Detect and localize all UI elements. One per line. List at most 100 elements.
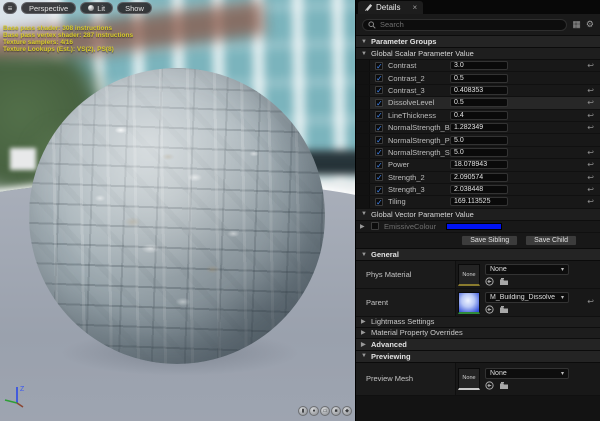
parameter-value-input[interactable]: 2.090574 — [450, 172, 508, 182]
details-tab-label: Details — [376, 3, 401, 12]
override-checkbox[interactable]: ✓ — [375, 173, 383, 182]
save-sibling-button[interactable]: Save Sibling — [461, 235, 519, 247]
browse-to-asset-icon[interactable] — [499, 277, 509, 286]
phys-material-thumbnail[interactable]: None — [458, 264, 480, 287]
cube-shape-button[interactable]: ■ — [331, 406, 341, 416]
browse-to-asset-icon[interactable] — [499, 305, 509, 314]
indent-strip — [356, 109, 370, 121]
parameter-value-input[interactable]: 3.0 — [450, 61, 508, 71]
search-icon — [368, 20, 376, 29]
show-label: Show — [125, 3, 144, 13]
override-checkbox[interactable]: ✓ — [375, 160, 383, 169]
reset-to-default-icon[interactable]: ↩ — [587, 148, 594, 157]
category-label: Global Scalar Parameter Value — [371, 49, 474, 58]
parameter-row: ✓ Contrast_2 0.5 ↩ — [356, 72, 600, 85]
use-selected-asset-icon[interactable] — [485, 277, 494, 286]
show-button[interactable]: Show — [117, 2, 152, 14]
reset-to-default-icon[interactable]: ↩ — [587, 297, 594, 306]
category-global-vector[interactable]: ▼ Global Vector Parameter Value — [356, 208, 600, 221]
parameter-value-input[interactable]: 0.5 — [450, 98, 508, 108]
perspective-button[interactable]: Perspective — [21, 2, 77, 14]
override-checkbox[interactable]: ✓ — [375, 197, 383, 206]
override-checkbox[interactable]: ✓ — [375, 111, 383, 120]
display-filter-icon[interactable]: ▦ — [572, 20, 581, 29]
custom-mesh-shape-button[interactable]: ◆ — [342, 406, 352, 416]
close-tab-icon[interactable]: × — [412, 3, 417, 12]
indent-strip — [356, 134, 370, 146]
chevron-right-icon: ▶ — [361, 341, 366, 348]
parameter-value-input[interactable]: 18.078943 — [450, 160, 508, 170]
parameter-value-input[interactable]: 1.282349 — [450, 123, 508, 133]
indent-strip — [356, 72, 370, 84]
indent-strip — [356, 183, 370, 196]
dropdown-value: None — [490, 369, 507, 377]
plane-shape-button[interactable]: ▭ — [320, 406, 330, 416]
category-label: Advanced — [371, 339, 407, 349]
category-advanced[interactable]: ▶ Advanced — [356, 338, 600, 351]
indent-strip — [356, 171, 370, 183]
override-checkbox[interactable]: ✓ — [375, 136, 383, 145]
override-checkbox[interactable]: ✓ — [375, 123, 383, 132]
color-swatch[interactable] — [446, 222, 502, 230]
override-checkbox[interactable]: ✓ — [375, 86, 383, 95]
expander-icon[interactable]: ▶ — [360, 223, 366, 230]
browse-to-asset-icon[interactable] — [499, 381, 509, 390]
parameter-value-input[interactable]: 169.113525 — [450, 197, 508, 207]
reset-to-default-icon[interactable]: ↩ — [587, 111, 594, 120]
settings-gear-icon[interactable]: ⚙ — [586, 20, 594, 29]
override-checkbox[interactable]: ✓ — [375, 61, 383, 70]
reset-to-default-icon[interactable]: ↩ — [587, 197, 594, 206]
reset-to-default-icon[interactable]: ↩ — [587, 123, 594, 132]
phys-material-dropdown[interactable]: None ▾ — [485, 264, 569, 276]
reset-to-default-icon[interactable]: ↩ — [587, 173, 594, 182]
sphere-shape-button[interactable]: ● — [309, 406, 319, 416]
material-property-overrides-row[interactable]: ▶ Material Property Overrides — [356, 327, 600, 339]
category-parameter-groups[interactable]: ▼ Parameter Groups — [356, 36, 600, 48]
parameter-value-input[interactable]: 0.4 — [450, 110, 508, 120]
lit-label: Lit — [97, 3, 106, 13]
parent-material-thumbnail[interactable] — [458, 292, 480, 315]
use-selected-asset-icon[interactable] — [485, 305, 494, 314]
chevron-down-icon: ▾ — [560, 295, 564, 302]
save-child-button[interactable]: Save Child — [525, 235, 577, 247]
preview-mesh-dropdown[interactable]: None ▾ — [485, 367, 569, 379]
details-tab[interactable]: Details × — [358, 1, 424, 14]
parameter-value-input[interactable]: 5.0 — [450, 147, 508, 157]
reset-to-default-icon[interactable]: ↩ — [587, 185, 594, 194]
reset-to-default-icon[interactable]: ↩ — [587, 98, 594, 107]
details-panel: Details × Search ▦ ⚙ ▼ Parameter Groups … — [355, 0, 600, 421]
cylinder-shape-button[interactable]: ▮ — [298, 406, 308, 416]
parameter-label: LineThickness — [388, 110, 436, 120]
lightmass-settings-row[interactable]: ▶ Lightmass Settings — [356, 317, 600, 328]
override-checkbox[interactable]: ✓ — [371, 222, 379, 231]
category-global-scalar[interactable]: ▼ Global Scalar Parameter Value — [356, 48, 600, 60]
override-checkbox[interactable]: ✓ — [375, 185, 383, 194]
parameter-value-input[interactable]: 5.0 — [450, 135, 508, 145]
preview-mesh-thumbnail[interactable]: None — [458, 367, 480, 390]
search-input[interactable]: Search — [362, 18, 568, 31]
category-general[interactable]: ▼ General — [356, 249, 600, 262]
use-selected-asset-icon[interactable] — [485, 381, 494, 390]
dropdown-value: M_Building_Dissolve — [490, 294, 555, 302]
parameter-value-input[interactable]: 0.408353 — [450, 85, 508, 95]
parameter-row: ✓ NormalStrength_Stucco 5.0 ↩ — [356, 146, 600, 160]
reset-to-default-icon[interactable]: ↩ — [587, 61, 594, 70]
parameter-label: Tiling — [388, 197, 406, 207]
override-checkbox[interactable]: ✓ — [375, 98, 383, 107]
indent-strip — [356, 121, 370, 134]
category-label: Parameter Groups — [371, 37, 437, 46]
parameter-value-input[interactable]: 2.038448 — [450, 185, 508, 195]
override-checkbox[interactable]: ✓ — [375, 74, 383, 83]
parameter-value-input[interactable]: 0.5 — [450, 73, 508, 83]
parent-dropdown[interactable]: M_Building_Dissolve ▾ — [485, 292, 569, 304]
preview-sphere[interactable] — [29, 68, 325, 364]
perspective-label: Perspective — [29, 3, 69, 13]
reset-to-default-icon[interactable]: ↩ — [587, 86, 594, 95]
lit-mode-button[interactable]: Lit — [80, 2, 114, 14]
override-checkbox[interactable]: ✓ — [375, 148, 383, 157]
reset-to-default-icon[interactable]: ↩ — [587, 160, 594, 169]
preview-viewport[interactable]: ≡ Perspective Lit Show Base pass shader:… — [0, 0, 355, 421]
viewport-menu-button[interactable]: ≡ — [3, 2, 17, 14]
chevron-right-icon: ▶ — [361, 319, 366, 326]
category-previewing[interactable]: ▼ Previewing — [356, 350, 600, 363]
